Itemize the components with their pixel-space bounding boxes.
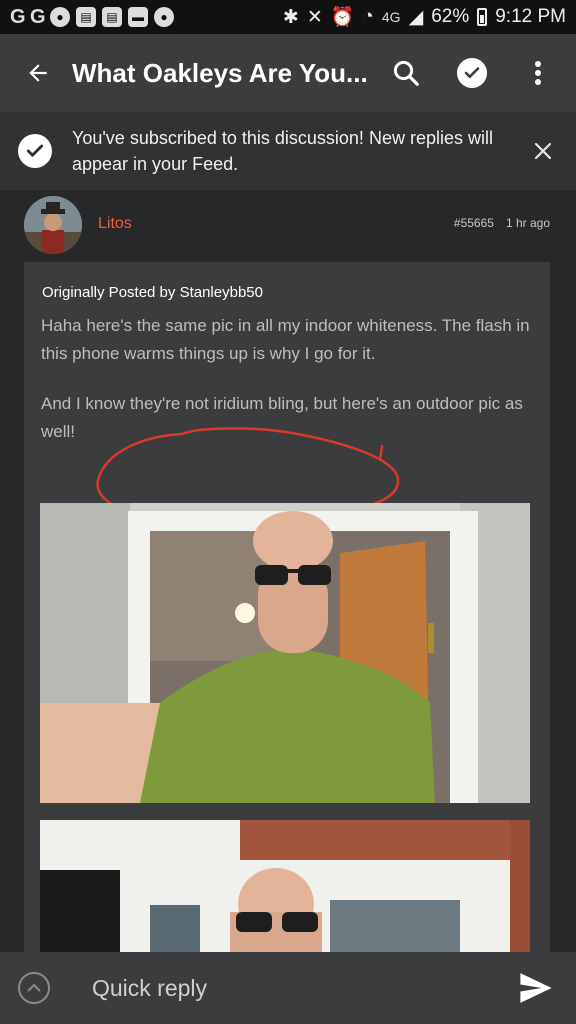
post-image[interactable] <box>40 503 530 803</box>
battery-icon <box>477 8 488 26</box>
subscription-banner: You've subscribed to this discussion! Ne… <box>0 112 576 190</box>
quick-reply-bar: Quick reply <box>0 952 576 1024</box>
status-bar: G G ● ▤ ▤ ▬ ● ✱ ✕ ⏰ ◔ 4G ◢ 62% 9:12 PM <box>0 0 576 34</box>
calendar-icon: ▤ <box>102 7 122 27</box>
back-arrow-icon[interactable] <box>18 53 58 93</box>
quote-block: Originally Posted by Stanleybb50 Haha he… <box>24 262 550 952</box>
notification-icons: G G ● ▤ ▤ ▬ ● <box>10 6 174 29</box>
search-icon[interactable] <box>386 53 426 93</box>
quote-author: Originally Posted by Stanleybb50 <box>42 284 263 301</box>
mute-icon: ✕ <box>306 6 323 28</box>
thread-title: What Oakleys Are You... <box>72 57 368 88</box>
check-circle-icon <box>18 134 52 168</box>
signal-icon: ◢ <box>408 6 424 28</box>
post-number[interactable]: #55665 <box>454 216 494 230</box>
expand-up-icon[interactable] <box>18 972 50 1004</box>
google-icon: G <box>10 5 26 28</box>
system-status: ✱ ✕ ⏰ ◔ 4G ◢ 62% 9:12 PM <box>283 5 566 29</box>
bluetooth-icon: ✱ <box>282 6 299 28</box>
banner-message: You've subscribed to this discussion! Ne… <box>72 128 493 174</box>
google-icon: G <box>30 5 46 28</box>
alarm-icon: ⏰ <box>330 7 355 28</box>
battery-percent: 62% <box>431 6 470 27</box>
close-icon[interactable] <box>528 136 558 166</box>
reddit-icon: ● <box>154 7 174 27</box>
post: Litos #55665 1 hr ago Originally Posted … <box>0 190 576 952</box>
avatar[interactable] <box>24 196 82 254</box>
username-link[interactable]: Litos <box>98 215 132 233</box>
reddit-icon: ● <box>50 7 70 27</box>
wifi-icon: ◔ <box>362 6 374 27</box>
send-icon[interactable] <box>514 966 558 1010</box>
subscribed-check-icon[interactable] <box>452 53 492 93</box>
message-icon: ▬ <box>128 7 148 27</box>
clock: 9:12 PM <box>495 6 566 27</box>
post-time: 1 hr ago <box>505 216 550 230</box>
calendar-icon: ▤ <box>76 7 96 27</box>
post-image[interactable] <box>40 820 530 952</box>
network-type: 4G <box>381 9 401 25</box>
quick-reply-input[interactable]: Quick reply <box>92 975 514 1002</box>
app-bar: What Oakleys Are You... <box>0 34 576 112</box>
post-meta: #55665 1 hr ago <box>454 216 550 230</box>
more-vert-icon[interactable] <box>518 53 558 93</box>
quote-paragraph: Haha here's the same pic in all my indoo… <box>41 316 530 363</box>
